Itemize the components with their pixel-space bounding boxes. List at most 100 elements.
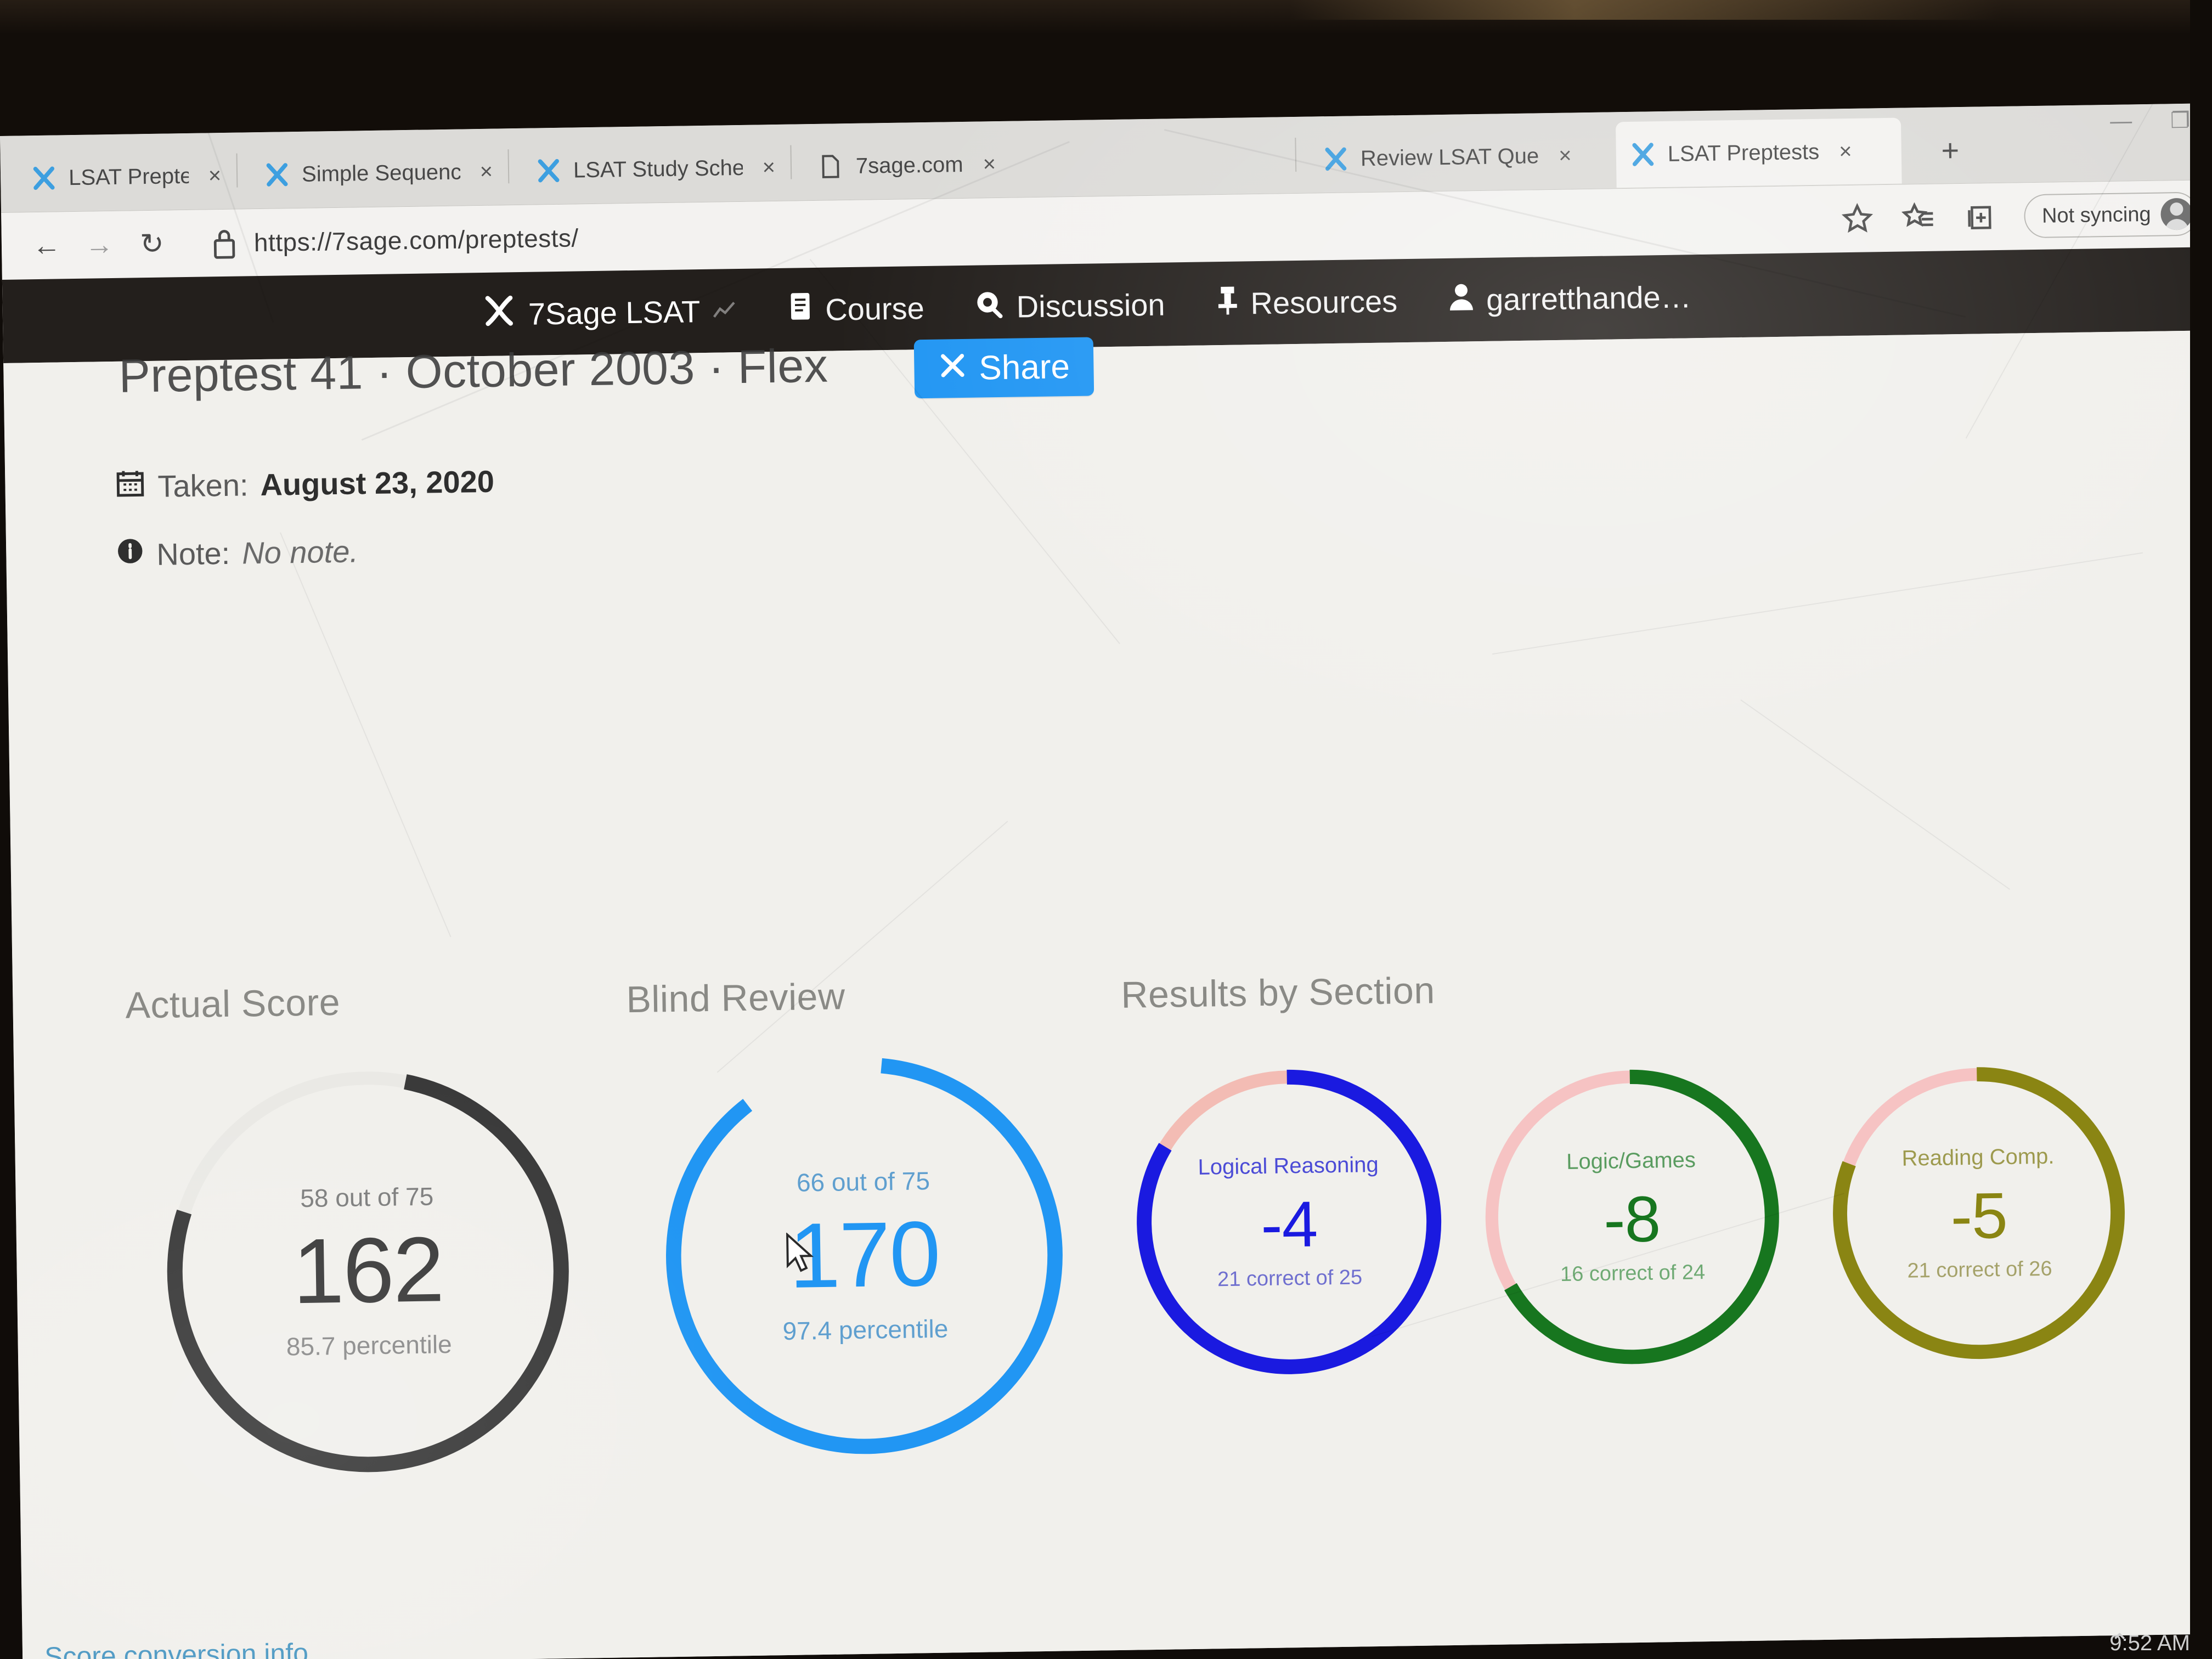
tab-close-icon[interactable]: × (1559, 143, 1572, 168)
actual-raw-score: 58 out of 75 (300, 1182, 434, 1213)
info-icon (116, 537, 145, 573)
book-icon (787, 290, 815, 330)
address-bar-actions: Not syncing (1839, 180, 2199, 253)
screen-photo: LSAT Preptests × Simple Sequencin × LSAT… (0, 0, 2212, 1659)
section-delta: -8 (1603, 1183, 1661, 1256)
taskbar-chevron-up-icon[interactable]: ⌃ (2109, 1629, 2130, 1657)
nav-item-label: garretthande… (1486, 279, 1692, 317)
browser-tab-4[interactable]: Review LSAT Que × (1308, 122, 1600, 193)
sync-status-button[interactable]: Not syncing (2024, 191, 2199, 239)
nav-item-course[interactable]: Course (787, 289, 925, 330)
monitor-bezel-right (2190, 0, 2212, 1659)
browser-window: LSAT Preptests × Simple Sequencin × LSAT… (0, 103, 2212, 1659)
browser-tab-0[interactable]: LSAT Preptests × (16, 143, 232, 212)
nav-item-resources[interactable]: Resources (1215, 281, 1398, 323)
section-detail: 16 correct of 24 (1560, 1261, 1706, 1286)
bezel-sheen (1289, 0, 2002, 20)
lock-icon (203, 225, 245, 260)
actual-score-heading: Actual Score (125, 981, 341, 1026)
window-maximize-button[interactable]: ❐ (2170, 108, 2191, 134)
7sage-icon (31, 165, 57, 191)
7sage-icon (1323, 146, 1349, 172)
section-donut-reading-comp: Reading Comp. -5 21 correct of 26 (1819, 1053, 2138, 1373)
brand-home-link[interactable]: 7Sage LSAT (482, 290, 736, 335)
new-tab-plus-icon: + (1940, 132, 1960, 168)
tab-title: Review LSAT Que (1360, 143, 1539, 171)
note-value: No note. (241, 534, 359, 571)
nav-item-label: Discussion (1016, 287, 1165, 324)
sync-status-label: Not syncing (2041, 202, 2151, 228)
reload-button[interactable]: ↻ (125, 217, 178, 270)
tab-title: 7sage.com (855, 152, 963, 178)
actual-scaled-score: 162 (292, 1217, 444, 1323)
back-button[interactable]: ← (20, 219, 73, 272)
share-label: Share (978, 348, 1070, 387)
tab-close-icon[interactable]: × (208, 163, 221, 188)
pin-icon (1215, 284, 1240, 323)
share-icon (938, 349, 967, 388)
blind-review-heading: Blind Review (625, 975, 846, 1021)
tab-title: LSAT Study Sched (573, 155, 743, 183)
results-by-section-heading: Results by Section (1120, 969, 1436, 1016)
browser-tab-1[interactable]: Simple Sequencin × (250, 138, 503, 208)
tab-title: Simple Sequencin (301, 160, 461, 187)
blind-percentile: 97.4 percentile (782, 1314, 949, 1346)
page-title: Preptest 41 · October 2003 · Flex (118, 339, 828, 403)
page-content: Preptest 41 · October 2003 · Flex Share (3, 330, 2212, 1659)
section-delta: -4 (1260, 1188, 1318, 1262)
user-icon (1448, 281, 1476, 319)
brand-label: 7Sage LSAT (528, 294, 701, 331)
forward-button[interactable]: → (72, 218, 126, 272)
nav-item-label: Course (825, 290, 925, 327)
tab-divider (236, 153, 238, 188)
taken-label: Taken: (157, 467, 249, 504)
browser-tab-3[interactable]: 7sage.com × (804, 129, 1112, 200)
comment-icon (974, 288, 1006, 325)
nav-item-label: Resources (1250, 283, 1398, 320)
tab-divider (507, 149, 510, 184)
calendar-icon (115, 468, 146, 505)
url-text[interactable]: https://7sage.com/preptests/ (254, 223, 579, 257)
new-tab-button[interactable]: + (1915, 116, 1982, 183)
document-icon (819, 154, 844, 179)
actual-percentile: 85.7 percentile (286, 1330, 453, 1361)
section-delta: -5 (1950, 1179, 2008, 1252)
browser-tab-2[interactable]: LSAT Study Sched × (521, 134, 786, 204)
nav-item-discussion[interactable]: Discussion (974, 286, 1165, 325)
mouse-cursor (785, 1232, 818, 1278)
tab-close-icon[interactable]: × (983, 152, 996, 177)
7sage-icon (536, 158, 562, 184)
section-detail: 21 correct of 26 (1907, 1257, 2052, 1283)
tab-close-icon[interactable]: × (762, 155, 775, 180)
7sage-icon (264, 162, 290, 188)
note-label: Note: (156, 535, 230, 572)
favorites-list-icon[interactable] (1901, 200, 1937, 236)
apps-icon[interactable] (1963, 199, 1999, 235)
tab-close-icon[interactable]: × (479, 159, 493, 184)
blind-raw-score: 66 out of 75 (796, 1166, 930, 1197)
section-name: Reading Comp. (1901, 1144, 2055, 1171)
browser-tab-5-active[interactable]: LSAT Preptests × (1615, 117, 1902, 188)
section-donut-logic-games: Logic/Games -8 16 correct of 24 (1470, 1056, 1793, 1379)
nav-item-account[interactable]: garretthande… (1448, 278, 1692, 319)
window-minimize-button[interactable]: — (2110, 109, 2132, 134)
actual-score-donut: 58 out of 75 162 85.7 percentile (145, 1048, 591, 1494)
avatar (2160, 198, 2193, 230)
blind-review-donut: 66 out of 75 170 97.4 percentile (645, 1036, 1085, 1476)
star-icon[interactable] (1840, 201, 1876, 236)
tab-title: LSAT Preptests (68, 163, 189, 190)
taken-row: Taken: August 23, 2020 (115, 463, 494, 505)
tab-title: LSAT Preptests (1667, 139, 1820, 166)
share-button[interactable]: Share (913, 337, 1094, 399)
note-row: Note: No note. (116, 533, 358, 573)
section-name: Logic/Games (1566, 1148, 1696, 1174)
tab-divider (790, 145, 792, 179)
tab-close-icon[interactable]: × (1839, 139, 1852, 163)
window-controls: — ❐ (2110, 108, 2191, 134)
chart-icon (712, 293, 737, 329)
score-conversion-link[interactable]: Score conversion info (44, 1637, 309, 1659)
7sage-icon (1630, 142, 1656, 167)
7sage-logo-icon (482, 294, 516, 335)
section-name: Logical Reasoning (1198, 1152, 1379, 1180)
taken-value: August 23, 2020 (260, 464, 495, 503)
